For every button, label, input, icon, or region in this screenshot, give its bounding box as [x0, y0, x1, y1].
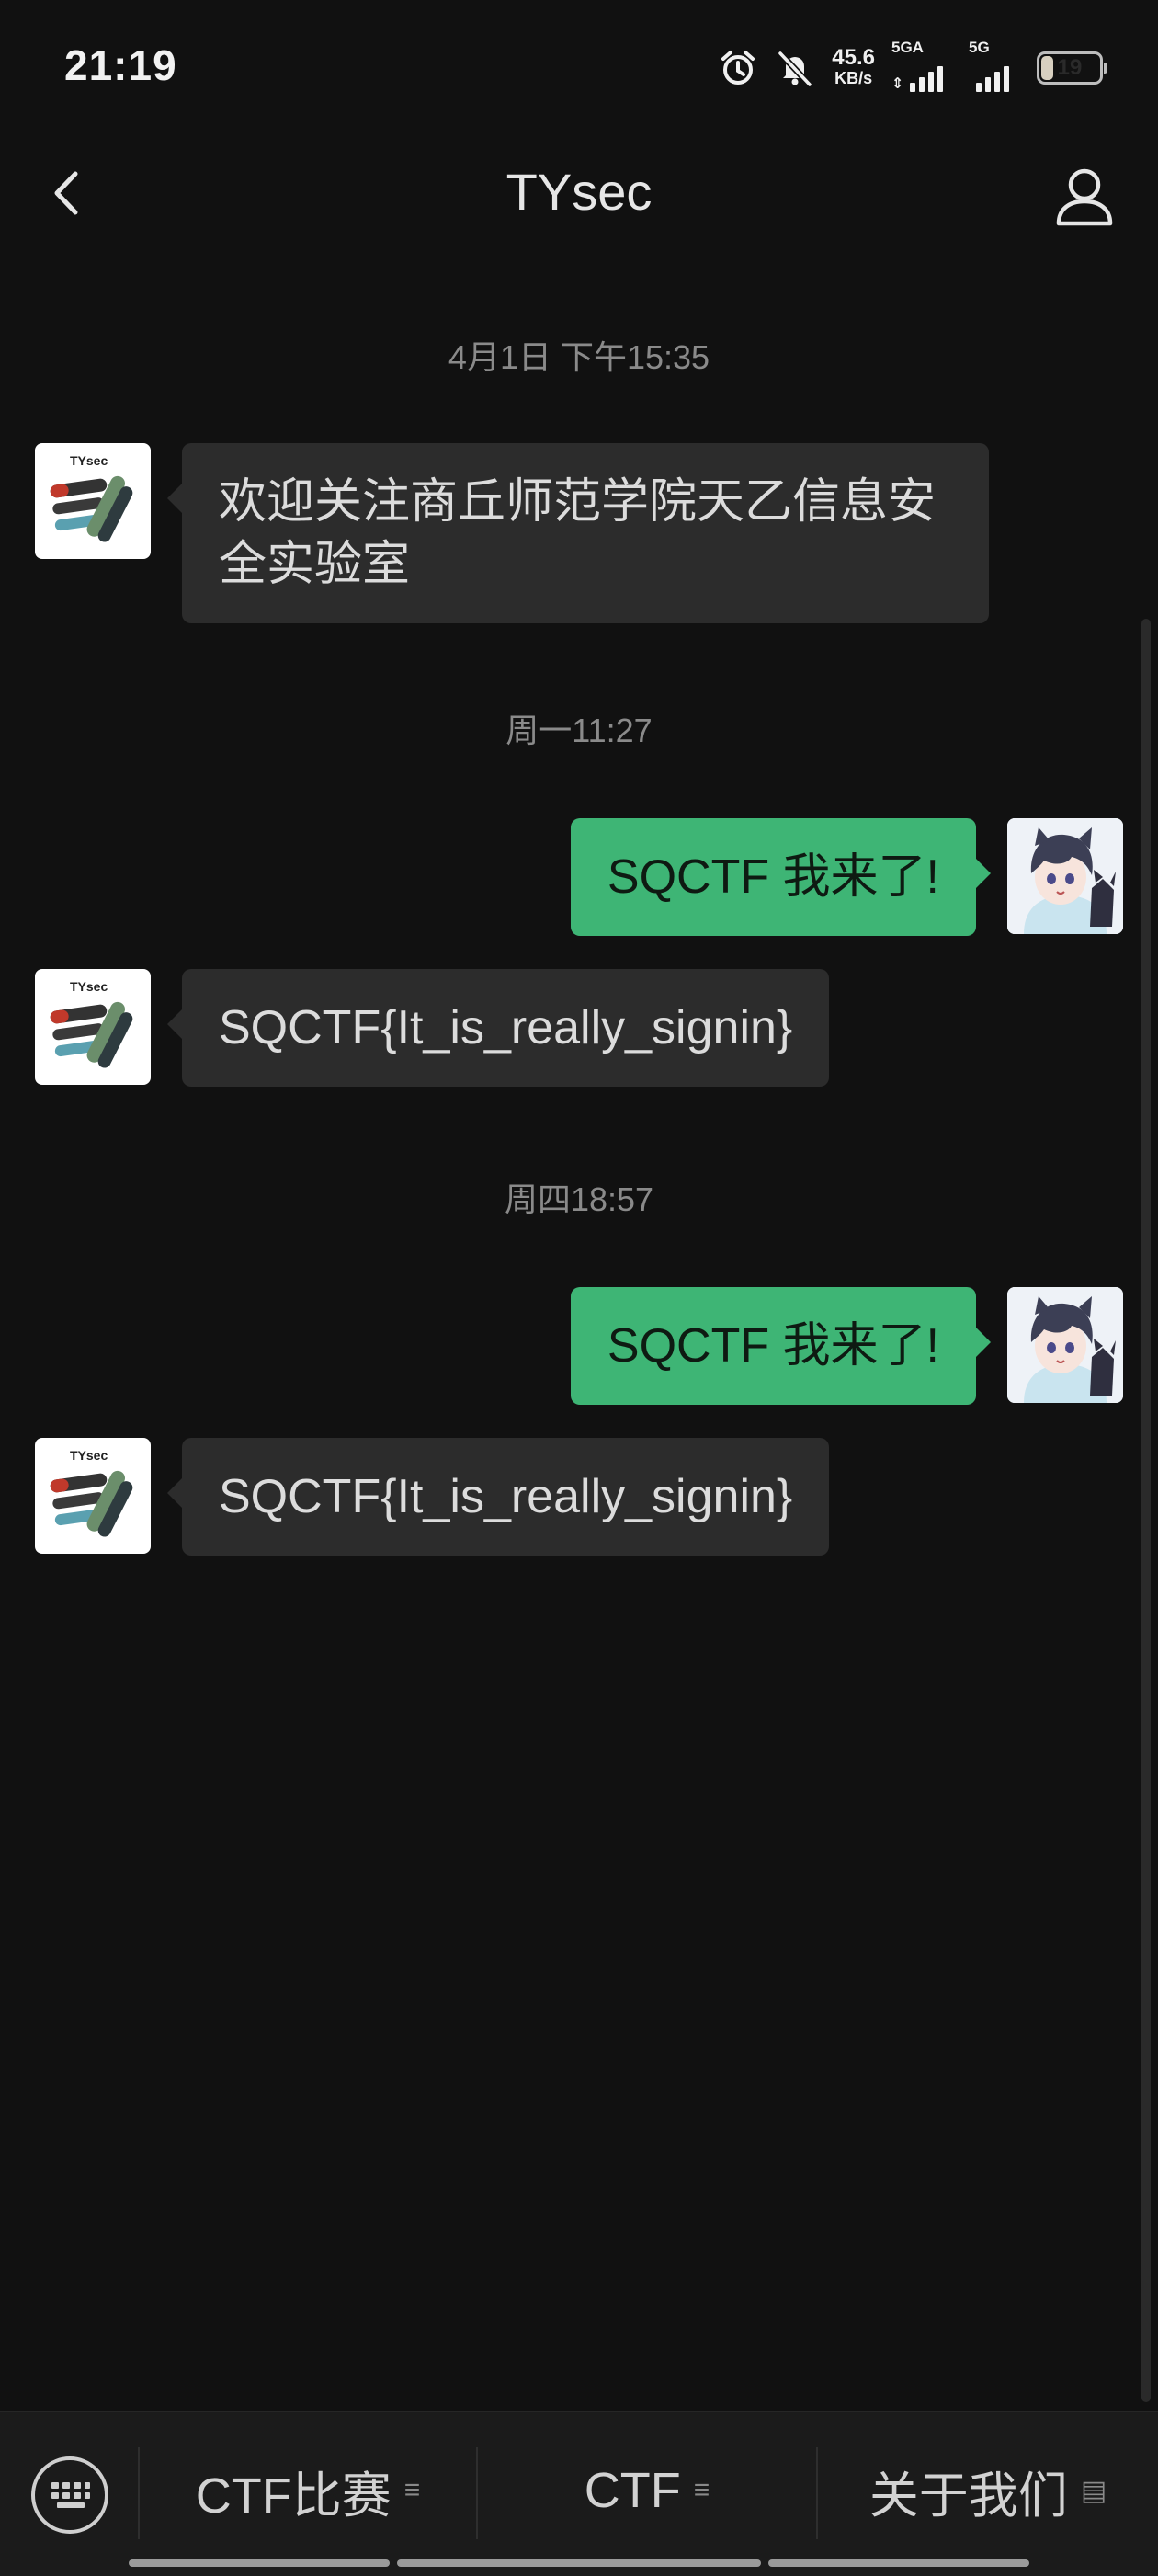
mute-icon	[778, 51, 812, 87]
brand-logo-text: TYsec	[70, 1448, 108, 1463]
menu-item-label: CTF	[584, 2463, 681, 2518]
brand-logo-icon: TYsec	[50, 979, 133, 1068]
message-outgoing[interactable]: SQCTF 我来了!	[570, 818, 992, 936]
avatar-user[interactable]	[1007, 1287, 1123, 1403]
message-line: 全实验室	[219, 538, 411, 591]
battery-text: 19	[1057, 55, 1083, 80]
avatar-brand[interactable]: TYsec	[35, 443, 151, 559]
page-title: TYsec	[505, 163, 653, 221]
avatar-user[interactable]	[1007, 818, 1123, 934]
status-icons: 45.6 KB/s 5GA ⇕ 5G 19	[718, 39, 1107, 92]
net-speed-unit: KB/s	[834, 69, 873, 87]
bottom-menu-bar: CTF比赛 ≡ CTF ≡ 关于我们 ▤	[0, 2411, 1158, 2576]
message-line: 欢迎关注商丘师范学院天乙信息安	[219, 475, 937, 529]
alarm-icon	[721, 51, 755, 85]
chat-area[interactable]: 4月1日 下午15:35 TYsec 欢迎关注商丘师范学院天乙信息安 全实验室 …	[0, 267, 1158, 2409]
message-incoming[interactable]: SQCTF{It_is_really_signin}	[166, 969, 830, 1087]
sim2-label: 5G	[969, 39, 990, 56]
brand-logo-text: TYsec	[70, 979, 108, 994]
menu-item-label: CTF比赛	[195, 2468, 392, 2524]
battery-icon: 19	[1037, 51, 1107, 85]
status-time: 21:19	[64, 41, 177, 89]
anime-avatar-icon	[1007, 1287, 1123, 1403]
message-incoming[interactable]: 欢迎关注商丘师范学院天乙信息安 全实验室	[167, 443, 989, 623]
signal-icon-2: 5G	[969, 39, 1020, 92]
home-indicator-segment	[768, 2559, 1029, 2567]
avatar-brand[interactable]: TYsec	[35, 969, 151, 1085]
signal-icon: 5GA ⇕	[891, 39, 952, 92]
submenu-icon: ≡	[403, 2475, 421, 2505]
net-speed-value: 45.6	[832, 45, 875, 70]
timestamp: 周一11:27	[505, 712, 653, 749]
submenu-icon: ≡	[693, 2475, 710, 2505]
menu-item-about-us[interactable]: 关于我们 ▤	[818, 2440, 1158, 2541]
brand-logo-text: TYsec	[70, 453, 108, 468]
keyboard-glyph	[51, 2482, 90, 2508]
menu-item-ctf[interactable]: CTF ≡	[478, 2440, 816, 2541]
home-indicator-segment	[129, 2559, 390, 2567]
message-incoming[interactable]: SQCTF{It_is_really_signin}	[166, 1438, 830, 1556]
scrollbar[interactable]	[1141, 619, 1151, 2402]
home-indicator-segment	[397, 2559, 761, 2567]
timestamp: 4月1日 下午15:35	[448, 338, 710, 376]
page-icon: ▤	[1080, 2475, 1107, 2506]
anime-avatar-icon	[1007, 818, 1123, 934]
brand-logo-icon: TYsec	[50, 453, 133, 542]
sim1-label: 5GA	[891, 39, 924, 56]
battery-level	[1041, 56, 1053, 80]
chat-header: TYsec	[0, 138, 1158, 248]
avatar-brand[interactable]: TYsec	[35, 1438, 151, 1554]
brand-logo-icon: TYsec	[50, 1448, 133, 1537]
menu-item-label: 关于我们	[868, 2468, 1068, 2524]
status-bar: 21:19 45.6 KB/s 5GA ⇕ 5G 19	[0, 0, 1158, 138]
menu-item-ctf-competition[interactable]: CTF比赛 ≡	[140, 2440, 476, 2541]
keyboard-icon[interactable]	[31, 2456, 108, 2534]
person-icon[interactable]	[1048, 161, 1121, 234]
net-speed: 45.6 KB/s	[832, 45, 875, 88]
timestamp: 周四18:57	[504, 1180, 654, 1218]
message-outgoing[interactable]: SQCTF 我来了!	[570, 1287, 992, 1405]
